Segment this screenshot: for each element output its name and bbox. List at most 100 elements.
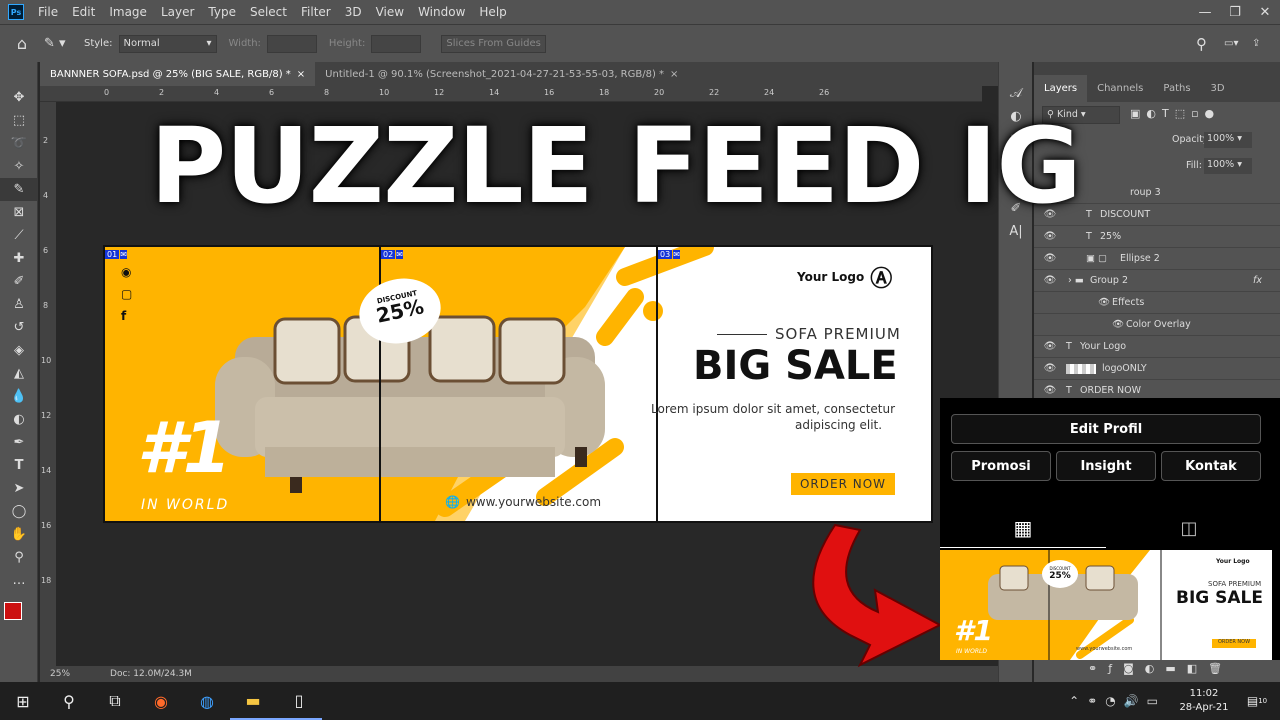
dodge-tool-icon[interactable]: ◐ xyxy=(0,408,38,431)
eye-icon[interactable]: 👁 xyxy=(1040,275,1060,286)
color-swatches[interactable] xyxy=(0,592,37,632)
search-icon[interactable]: ⚲ xyxy=(1196,35,1224,53)
close-icon[interactable]: ✕ xyxy=(1250,5,1280,20)
tab-3d[interactable]: 3D xyxy=(1201,83,1235,102)
stamp-tool-icon[interactable]: ♙ xyxy=(0,293,38,316)
mini-order: ORDER NOW xyxy=(1212,639,1256,648)
sofa-banner[interactable]: 01 ✉ 02 ✉ 03 ✉ ◉ ▢ f #1 IN WORLD DISCOUNT 2… xyxy=(103,245,933,523)
menu-type[interactable]: Type xyxy=(208,5,236,19)
zoom-tool-icon[interactable]: ⚲ xyxy=(0,546,38,569)
browser-icon[interactable]: ◉ xyxy=(138,682,184,720)
menu-view[interactable]: View xyxy=(376,5,404,19)
paint-bucket-icon[interactable]: ◭ xyxy=(0,362,38,385)
shape-layer-icon: ▣ ▢ xyxy=(1086,253,1107,264)
feed-grid[interactable]: #1 IN WORLD DISCOUNT 25% Your Logo SOFA … xyxy=(940,550,1272,660)
blur-tool-icon[interactable]: 💧 xyxy=(0,385,38,408)
search-icon[interactable]: ⚲ xyxy=(46,682,92,720)
notification-icon[interactable]: ▤ 10 xyxy=(1234,682,1280,720)
hand-tool-icon[interactable]: ✋ xyxy=(0,523,38,546)
type-tool-icon[interactable]: T xyxy=(0,454,38,477)
tab-paths[interactable]: Paths xyxy=(1153,83,1200,102)
more-tools-icon[interactable]: … xyxy=(0,569,38,592)
insight-button[interactable]: Insight xyxy=(1056,451,1156,481)
character-panel-icon[interactable]: 𝒜 xyxy=(999,82,1033,105)
edit-profile-button[interactable]: Edit Profil xyxy=(951,414,1261,444)
globe-app-icon[interactable]: ◍ xyxy=(184,682,230,720)
eye-icon[interactable]: 👁 xyxy=(1040,253,1060,264)
marquee-tool-icon[interactable]: ⬚ xyxy=(0,109,38,132)
move-tool-icon[interactable]: ✥ xyxy=(0,86,38,109)
height-field[interactable] xyxy=(371,34,422,53)
layer-row[interactable]: 👁 › ▬ Group 2 fx xyxy=(1034,270,1280,292)
menu-edit[interactable]: Edit xyxy=(72,5,95,19)
fx-icon[interactable]: fx xyxy=(1253,275,1262,286)
layer-row[interactable]: 👁 ▣ ▢ Ellipse 2 xyxy=(1034,248,1280,270)
path-select-icon[interactable]: ➤ xyxy=(0,477,38,500)
ruler-label: 4 xyxy=(43,191,49,200)
quick-select-icon[interactable]: ✧ xyxy=(0,155,38,178)
pen-tool-icon[interactable]: ✒ xyxy=(0,431,38,454)
effects-eye-icon[interactable]: 👁 xyxy=(1098,297,1112,308)
kontak-button[interactable]: Kontak xyxy=(1161,451,1261,481)
tagged-tab-icon[interactable]: ◫ xyxy=(1106,508,1272,548)
tab-untitled-1[interactable]: Untitled-1 @ 90.1% (Screenshot_2021-04-2… xyxy=(315,62,688,86)
menu-window[interactable]: Window xyxy=(418,5,465,19)
width-field[interactable] xyxy=(266,34,317,53)
layer-row[interactable]: 👁 logoONLY xyxy=(1034,358,1280,380)
layer-actions[interactable]: ⚭ƒ◙◐▬◧🗑 xyxy=(1088,662,1233,675)
layer-row[interactable]: 👁 T Your Logo xyxy=(1034,336,1280,358)
effects-eye-icon[interactable]: 👁 xyxy=(1112,319,1126,330)
menu-filter[interactable]: Filter xyxy=(301,5,331,19)
layer-row[interactable]: 👁 T 25% xyxy=(1034,226,1280,248)
menu-layer[interactable]: Layer xyxy=(161,5,194,19)
minimize-icon[interactable]: — xyxy=(1190,5,1220,20)
tab-banner-sofa[interactable]: BANNNER SOFA.psd @ 25% (BIG SALE, RGB/8)… xyxy=(40,62,316,86)
width-label: Width: xyxy=(228,38,261,49)
menu-image[interactable]: Image xyxy=(109,5,147,19)
eye-icon[interactable]: 👁 xyxy=(1040,385,1060,396)
frame-tool-icon[interactable]: ⊠ xyxy=(0,201,38,224)
photoshop-logo-icon[interactable]: Ps xyxy=(8,4,24,20)
lasso-tool-icon[interactable]: ➰ xyxy=(0,132,38,155)
menu-file[interactable]: File xyxy=(38,5,58,19)
style-select[interactable]: Normal ▾ xyxy=(118,34,217,53)
order-now-button[interactable]: ORDER NOW xyxy=(791,473,895,495)
eraser-tool-icon[interactable]: ◈ xyxy=(0,339,38,362)
tray-icons[interactable]: ⌃⚭◔🔊▭ xyxy=(1069,694,1166,708)
task-view-icon[interactable]: ⧉ xyxy=(92,682,138,720)
layer-row[interactable]: 👁 Color Overlay xyxy=(1034,314,1280,336)
file-explorer-icon[interactable]: ▬ xyxy=(230,682,276,720)
eyedropper-icon[interactable]: ⟋ xyxy=(0,224,38,247)
eye-icon[interactable]: 👁 xyxy=(1040,341,1060,352)
home-icon[interactable]: ⌂ xyxy=(0,34,44,53)
healing-brush-icon[interactable]: ✚ xyxy=(0,247,38,270)
promosi-button[interactable]: Promosi xyxy=(951,451,1051,481)
slice-tool-icon[interactable]: ✎ xyxy=(0,178,38,201)
opacity-field[interactable]: 100% ▾ xyxy=(1204,132,1252,148)
history-brush-icon[interactable]: ↺ xyxy=(0,316,38,339)
filter-icons[interactable]: ▣◐T⬚▫● xyxy=(1130,107,1220,120)
menu-help[interactable]: Help xyxy=(479,5,506,19)
eye-icon[interactable]: 👁 xyxy=(1040,363,1060,374)
zoom-level[interactable]: 25% xyxy=(50,669,70,679)
slice-tool-icon[interactable]: ✎ ▾ xyxy=(44,36,84,51)
windows-start-icon[interactable]: ⊞ xyxy=(0,682,46,720)
restore-icon[interactable]: ❐ xyxy=(1220,5,1250,20)
tab-layers[interactable]: Layers xyxy=(1034,75,1088,102)
share-icon[interactable]: ⇪ xyxy=(1252,38,1280,49)
grid-tab-icon[interactable]: ▦ xyxy=(940,508,1106,548)
slices-from-guides-button[interactable]: Slices From Guides xyxy=(441,34,546,53)
menu-select[interactable]: Select xyxy=(250,5,287,19)
tab-channels[interactable]: Channels xyxy=(1087,83,1153,102)
layer-row[interactable]: 👁 Effects xyxy=(1034,292,1280,314)
close-tab-icon[interactable]: × xyxy=(297,69,305,80)
menu-3d[interactable]: 3D xyxy=(345,5,362,19)
notepad-icon[interactable]: ▯ xyxy=(276,682,322,720)
eye-icon[interactable]: 👁 xyxy=(1040,231,1060,242)
workspace-icon[interactable]: ▭▾ xyxy=(1224,38,1252,49)
clock[interactable]: 11:02 28-Apr-21 xyxy=(1174,687,1234,715)
ellipse-tool-icon[interactable]: ◯ xyxy=(0,500,38,523)
brush-tool-icon[interactable]: ✐ xyxy=(0,270,38,293)
fill-field[interactable]: 100% ▾ xyxy=(1204,158,1252,174)
close-tab-icon[interactable]: × xyxy=(670,69,678,80)
